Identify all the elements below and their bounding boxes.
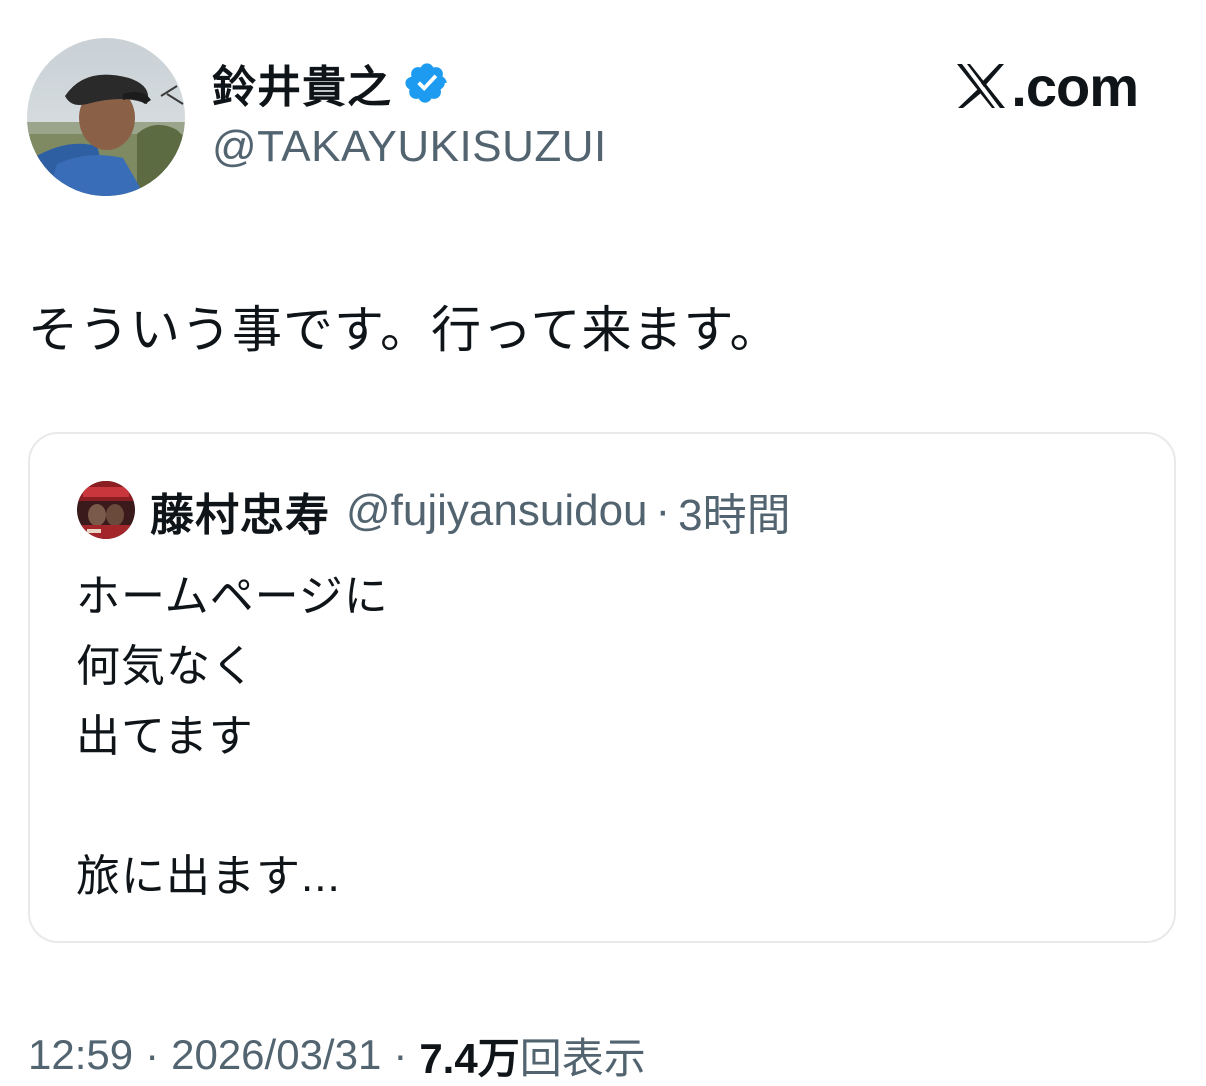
- brand-text: .com: [1011, 54, 1139, 118]
- quote-author-handle[interactable]: @fujiyansuidou: [346, 486, 648, 536]
- tweet-text: そういう事です。行って来ます。: [28, 302, 781, 358]
- meta-separator: ·: [393, 1031, 408, 1078]
- profile-photo: [27, 38, 185, 196]
- author-handle[interactable]: @TAKAYUKISUZUI: [212, 122, 607, 172]
- verified-badge-icon: [405, 63, 447, 103]
- quote-tweet-card[interactable]: 藤村忠寿 @fujiyansuidou · 3時間 ホームページに 何気なく 出…: [28, 432, 1176, 943]
- tweet-date[interactable]: 2026/03/31: [171, 1031, 381, 1079]
- author-display-name[interactable]: 鈴井貴之: [212, 51, 392, 115]
- brand-logo: .com: [953, 54, 1139, 118]
- tweet-meta: 12:59 · 2026/03/31 · 7.4万 回表示: [28, 1024, 646, 1086]
- quote-timestamp[interactable]: 3時間: [678, 479, 790, 543]
- quote-header: 藤村忠寿 @fujiyansuidou · 3時間: [150, 482, 791, 540]
- quote-author-avatar[interactable]: [77, 481, 135, 539]
- quote-text-blank-line: [76, 772, 389, 842]
- author-name-row: 鈴井貴之: [212, 52, 450, 114]
- quote-author-name[interactable]: 藤村忠寿: [150, 479, 330, 543]
- quote-text-line: 旅に出ます...: [76, 852, 341, 901]
- meta-separator: ·: [145, 1031, 160, 1078]
- quote-profile-photo: [77, 481, 135, 539]
- tweet-time[interactable]: 12:59: [28, 1031, 133, 1079]
- quote-text-line: 出てます: [76, 712, 254, 761]
- quote-text: ホームページに 何気なく 出てます 旅に出ます...: [76, 562, 389, 912]
- views-count[interactable]: 7.4万: [419, 1025, 519, 1086]
- views-label: 回表示: [519, 1034, 646, 1082]
- x-logo-icon: [957, 64, 1006, 108]
- quote-text-line: ホームページに: [76, 572, 389, 621]
- quote-text-line: 何気なく: [76, 642, 256, 691]
- quote-separator: ·: [655, 486, 671, 535]
- author-avatar[interactable]: [27, 38, 185, 196]
